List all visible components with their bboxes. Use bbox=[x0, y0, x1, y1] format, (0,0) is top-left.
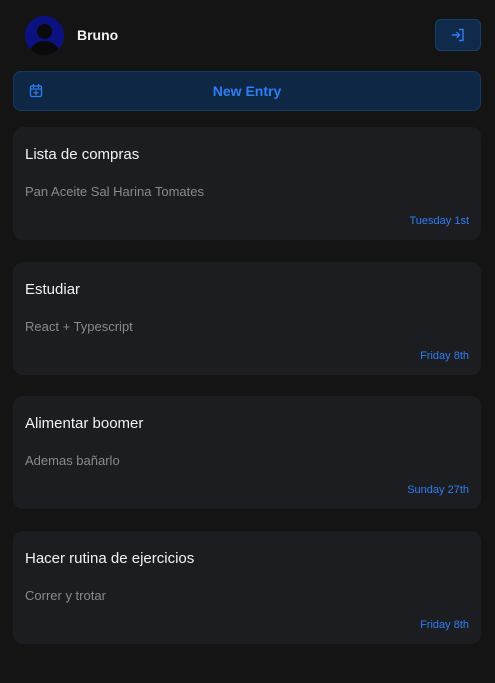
entry-description: React + Typescript bbox=[25, 319, 133, 334]
entry-title: Hacer rutina de ejercicios bbox=[25, 550, 195, 567]
entry-title: Alimentar boomer bbox=[25, 415, 144, 432]
user-avatar-icon bbox=[25, 16, 64, 55]
entry-title: Estudiar bbox=[25, 281, 81, 298]
entry-date: Friday 8th bbox=[420, 350, 469, 362]
entry-date: Tuesday 1st bbox=[409, 215, 469, 227]
entry-card[interactable]: Alimentar boomer Ademas bañarlo Sunday 2… bbox=[13, 396, 481, 509]
entry-date: Sunday 27th bbox=[407, 484, 469, 496]
new-entry-button[interactable]: New Entry bbox=[13, 71, 481, 111]
logout-button[interactable] bbox=[435, 19, 481, 51]
entry-card[interactable]: Lista de compras Pan Aceite Sal Harina T… bbox=[13, 127, 481, 240]
entry-description: Correr y trotar bbox=[25, 588, 106, 603]
entry-card[interactable]: Hacer rutina de ejercicios Correr y trot… bbox=[13, 531, 481, 644]
entry-description: Ademas bañarlo bbox=[25, 453, 120, 468]
new-entry-label: New Entry bbox=[212, 83, 282, 99]
avatar[interactable] bbox=[25, 16, 64, 55]
entry-date: Friday 8th bbox=[420, 619, 469, 631]
entry-description: Pan Aceite Sal Harina Tomates bbox=[25, 184, 204, 199]
header: Bruno bbox=[0, 0, 495, 70]
entry-title: Lista de compras bbox=[25, 146, 140, 163]
username: Bruno bbox=[77, 27, 119, 43]
logout-icon bbox=[451, 28, 464, 42]
entry-card[interactable]: Estudiar React + Typescript Friday 8th bbox=[13, 262, 481, 375]
app-root: Bruno New Entry Lista de compras Pan Ace… bbox=[0, 0, 495, 683]
